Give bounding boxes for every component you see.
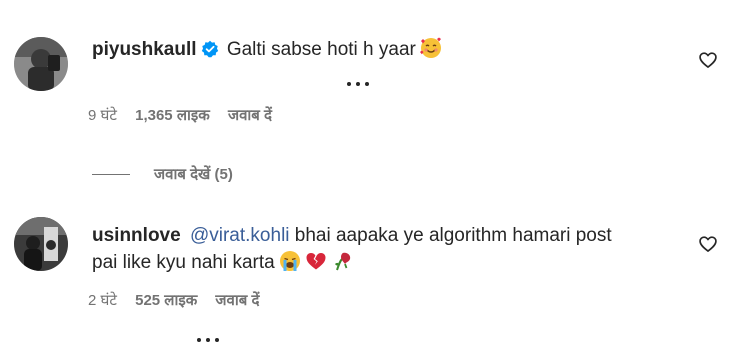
avatar-photo [14, 217, 68, 271]
view-replies-label: जवाब देखें (5) [154, 166, 233, 183]
comment-text: Galti sabse hoti h yaar [226, 39, 416, 60]
more-options-icon[interactable] [346, 80, 370, 88]
wilted-rose-icon [331, 250, 353, 281]
avatar[interactable] [14, 217, 68, 271]
comment-text-row-2: pai like kyu nahi karta [92, 249, 353, 281]
divider [92, 173, 130, 175]
verified-badge-icon [201, 39, 219, 67]
comment-meta: 9 घंटे 1,365 लाइक जवाब दें [88, 105, 272, 125]
mention-link[interactable]: @virat.kohli [190, 225, 290, 246]
reply-button[interactable]: जवाब दें [228, 105, 272, 125]
comment-text: bhai aapaka ye algorithm hamari post [289, 225, 612, 246]
comment-text-row: piyushkaull Galti sabse hoti h yaar [92, 36, 442, 68]
comment-time: 9 घंटे [88, 107, 117, 124]
like-count[interactable]: 525 लाइक [135, 290, 197, 310]
more-options-icon[interactable] [196, 336, 220, 342]
heart-outline-icon[interactable] [698, 234, 718, 254]
username[interactable]: usinnlove [92, 225, 181, 246]
comment-text-row: usinnlove @virat.kohli bhai aapaka ye al… [92, 222, 612, 250]
avatar-photo [14, 37, 68, 91]
broken-heart-icon [305, 250, 327, 281]
heart-outline-icon[interactable] [698, 50, 718, 70]
comment-text: pai like kyu nahi karta [92, 252, 275, 273]
reply-button[interactable]: जवाब दें [215, 290, 259, 310]
username[interactable]: piyushkaull [92, 39, 197, 60]
comment-meta: 2 घंटे 525 लाइक जवाब दें [88, 290, 259, 310]
like-count[interactable]: 1,365 लाइक [135, 105, 210, 125]
smiling-face-with-hearts-icon [419, 37, 442, 68]
comment-time: 2 घंटे [88, 292, 117, 309]
view-replies-button[interactable]: जवाब देखें (5) [92, 162, 233, 186]
comments-panel: piyushkaull Galti sabse hoti h yaar 9 घं… [0, 0, 730, 342]
loudly-crying-face-icon [279, 250, 301, 281]
avatar[interactable] [14, 37, 68, 91]
